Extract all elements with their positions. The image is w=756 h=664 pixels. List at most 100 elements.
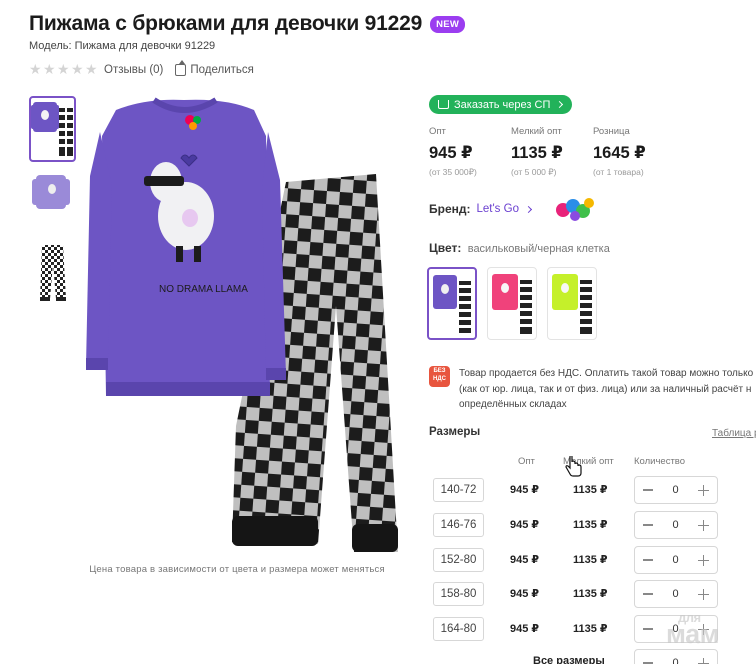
brand-label: Бренд: — [429, 202, 471, 216]
reviews-link[interactable]: Отзывы (0) — [104, 64, 163, 76]
thumbnail-1[interactable] — [29, 96, 76, 162]
plus-icon[interactable] — [698, 588, 709, 600]
price-label: Розница — [593, 126, 630, 137]
quantity-value[interactable]: 0 — [672, 657, 678, 664]
quantity-value[interactable]: 0 — [672, 588, 678, 600]
size-price-opt: 945 ₽ — [510, 484, 540, 496]
rating-stars: ★ ★ ★ ★ ★ — [29, 61, 98, 77]
quantity-stepper: 0 — [634, 546, 718, 574]
price-label: Мелкий опт — [511, 126, 562, 137]
new-badge: NEW — [430, 15, 466, 33]
size-label[interactable]: 146-76 — [433, 513, 484, 537]
quantity-stepper: 0 — [634, 511, 718, 539]
price-block: Опт 945 ₽ (от 35 000₽) Мелкий опт 1135 ₽… — [429, 126, 675, 178]
size-price-small-opt: 1135 ₽ — [573, 623, 608, 635]
plus-icon[interactable] — [698, 554, 709, 566]
quantity-value[interactable]: 0 — [672, 484, 678, 496]
title-row: Пижама с брюками для девочки 91229 NEW — [29, 12, 466, 36]
watermark: для мам — [666, 611, 720, 648]
size-row: 152-80 945 ₽ 1135 ₽ 0 — [433, 546, 723, 574]
plus-icon[interactable] — [698, 519, 709, 531]
thumbnail-list — [29, 96, 76, 306]
hand-cursor-icon — [565, 456, 582, 477]
price-condition: (от 1 товара) — [593, 167, 644, 177]
plus-icon[interactable] — [698, 657, 709, 664]
share-button[interactable]: Поделиться — [175, 59, 254, 76]
minus-icon[interactable] — [643, 524, 653, 526]
thumbnail-image — [40, 245, 66, 301]
main-product-image[interactable]: NO DRAMA LLAMA — [86, 96, 398, 552]
size-price-opt: 945 ₽ — [510, 554, 540, 566]
swatch-image — [552, 274, 592, 334]
nds-line: (как от юр. лица, так и от физ. лица) ил… — [459, 383, 752, 395]
minus-icon[interactable] — [643, 559, 653, 561]
cart-icon — [438, 100, 449, 109]
quantity-value[interactable]: 0 — [672, 554, 678, 566]
color-row: Цвет: васильковый/черная клетка — [429, 241, 610, 255]
price-condition: (от 35 000₽) — [429, 167, 477, 177]
thumbnail-2[interactable] — [29, 168, 76, 234]
meta-row: ★ ★ ★ ★ ★ Отзывы (0) Поделиться — [29, 59, 254, 77]
size-price-opt: 945 ₽ — [510, 519, 540, 531]
size-label[interactable]: 140-72 — [433, 478, 484, 502]
size-row: 140-72 945 ₽ 1135 ₽ 0 — [433, 476, 723, 504]
swatch-lime[interactable] — [547, 267, 597, 340]
color-value: васильковый/черная клетка — [467, 243, 610, 255]
color-label: Цвет: — [429, 241, 462, 255]
no-vat-line1: БЕЗ — [433, 368, 446, 374]
swatch-violet[interactable] — [427, 267, 477, 340]
minus-icon[interactable] — [643, 593, 653, 595]
star-icon: ★ — [85, 61, 98, 77]
price-small-opt: Мелкий опт 1135 ₽ (от 5 000 ₽) — [511, 126, 593, 178]
price-label: Опт — [429, 126, 446, 137]
size-row: 158-80 945 ₽ 1135 ₽ 0 — [433, 580, 723, 608]
minus-icon[interactable] — [643, 628, 653, 630]
swatch-pink[interactable] — [487, 267, 537, 340]
price-condition: (от 5 000 ₽) — [511, 167, 557, 177]
star-icon: ★ — [57, 61, 70, 77]
all-sizes-row: 0 — [433, 649, 723, 664]
star-icon: ★ — [71, 61, 84, 77]
share-icon — [175, 59, 187, 76]
star-icon: ★ — [29, 61, 42, 77]
no-vat-line2: НДС — [433, 375, 446, 382]
brand-logo[interactable] — [555, 196, 595, 222]
order-sp-label: Заказать через СП — [454, 98, 551, 111]
size-price-opt: 945 ₽ — [510, 623, 540, 635]
minus-icon[interactable] — [643, 489, 653, 491]
order-sp-button[interactable]: Заказать через СП — [429, 95, 573, 114]
size-price-small-opt: 1135 ₽ — [573, 484, 608, 496]
price-value: 1135 ₽ — [511, 144, 563, 162]
plus-icon[interactable] — [698, 484, 709, 496]
swatch-image — [492, 274, 532, 334]
size-price-small-opt: 1135 ₽ — [573, 588, 608, 600]
minus-icon[interactable] — [643, 662, 653, 664]
price-opt: Опт 945 ₽ (от 35 000₽) — [429, 126, 511, 178]
size-price-small-opt: 1135 ₽ — [573, 519, 608, 531]
size-label[interactable]: 152-80 — [433, 548, 484, 572]
watermark-bottom: мам — [666, 619, 720, 649]
shirt-print-text: NO DRAMA LLAMA — [159, 284, 248, 295]
thumbnail-3[interactable] — [29, 240, 76, 306]
column-head-qty: Количество — [634, 456, 686, 467]
quantity-value[interactable]: 0 — [672, 519, 678, 531]
nds-notice: БЕЗ НДС Товар продается без НДС. Оплатит… — [429, 366, 756, 413]
price-note: Цена товара в зависимости от цвета и раз… — [89, 564, 385, 575]
size-label[interactable]: 164-80 — [433, 617, 484, 641]
pajama-illustration: NO DRAMA LLAMA — [86, 97, 398, 552]
page-title: Пижама с брюками для девочки 91229 — [29, 12, 423, 35]
quantity-stepper: 0 — [634, 580, 718, 608]
price-value: 1645 ₽ — [593, 144, 646, 162]
brand-row: Бренд: Let's Go — [429, 196, 595, 222]
nds-line: определённых складах — [459, 399, 567, 410]
chevron-right-icon — [556, 100, 564, 109]
sizes-title: Размеры — [429, 426, 481, 438]
chevron-right-icon — [524, 205, 533, 213]
size-label[interactable]: 158-80 — [433, 582, 484, 606]
size-table-link[interactable]: Таблица р — [712, 428, 756, 439]
nds-text: Товар продается без НДС. Оплатить такой … — [459, 366, 756, 413]
quantity-stepper: 0 — [634, 649, 718, 664]
brand-link[interactable]: Let's Go — [477, 203, 519, 215]
size-row: 146-76 945 ₽ 1135 ₽ 0 — [433, 511, 723, 539]
size-price-opt: 945 ₽ — [510, 588, 540, 600]
